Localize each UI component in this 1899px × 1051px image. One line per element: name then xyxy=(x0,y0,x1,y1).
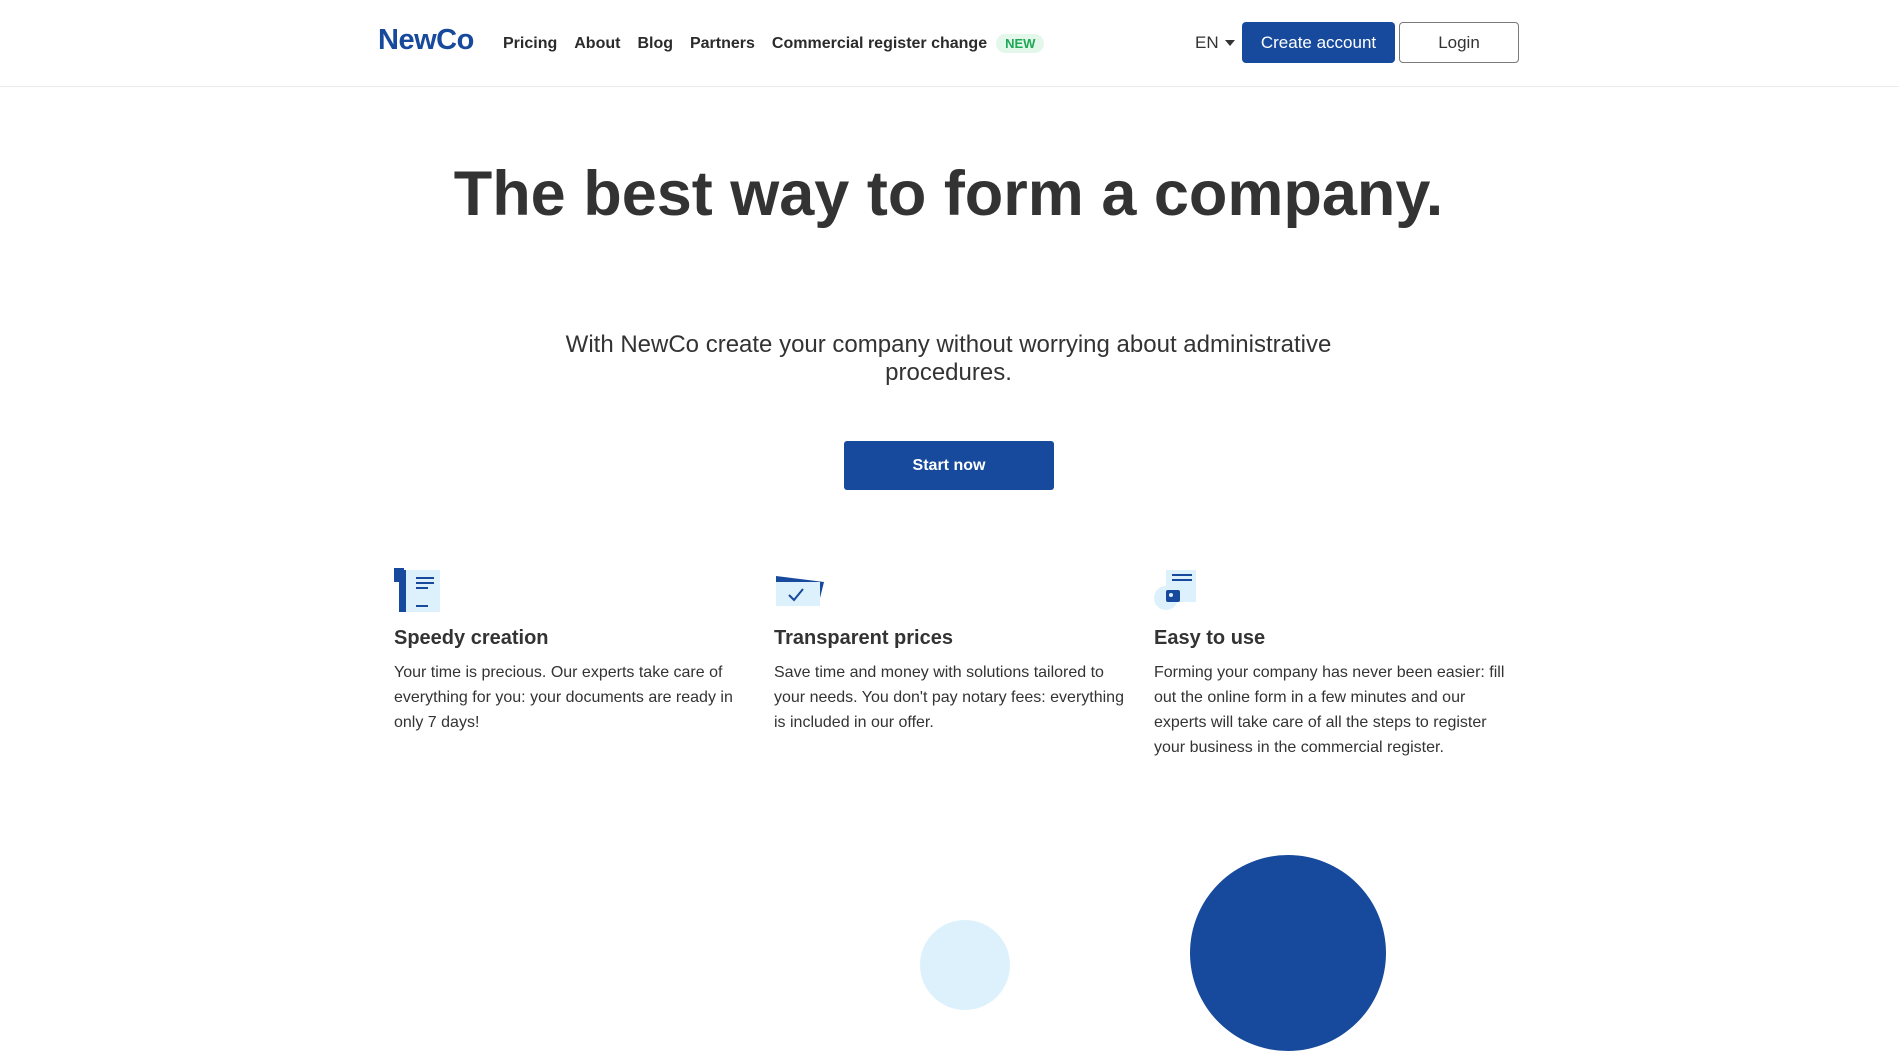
feature-title: Speedy creation xyxy=(394,627,549,649)
feature-transparent-prices: Transparent prices Save time and money w… xyxy=(774,568,1129,731)
decorative-blue-circle xyxy=(1190,855,1386,1051)
create-account-button[interactable]: Create account xyxy=(1242,22,1395,63)
document-stack-icon xyxy=(394,568,440,612)
caret-down-icon xyxy=(1224,40,1235,46)
language-label: EN xyxy=(1195,33,1219,52)
hero-title: The best way to form a company. xyxy=(453,159,1444,229)
new-badge: NEW xyxy=(996,34,1045,53)
feature-description: Forming your company has never been easi… xyxy=(1154,664,1505,756)
nav-blog-link[interactable]: Blog xyxy=(637,35,673,53)
feature-title: Easy to use xyxy=(1154,627,1266,649)
top-navigation-bar: NewCo Pricing About Blog Partners Commer… xyxy=(0,0,1899,87)
feature-description: Save time and money with solutions tailo… xyxy=(774,664,1124,731)
nav-commercial-register-change-link[interactable]: Commercial register change xyxy=(772,35,987,53)
checked-card-icon xyxy=(776,576,824,606)
feature-easy-to-use: Easy to use Forming your company has nev… xyxy=(1154,568,1509,756)
feature-description: Your time is precious. Our experts take … xyxy=(394,664,733,731)
nav-partners-link[interactable]: Partners xyxy=(690,35,755,53)
hero-subtitle: With NewCo create your company without w… xyxy=(565,331,1332,386)
nav-pricing-link[interactable]: Pricing xyxy=(503,35,557,53)
start-now-button[interactable]: Start now xyxy=(844,441,1054,490)
decorative-light-circle xyxy=(920,920,1010,1010)
feature-title: Transparent prices xyxy=(774,627,953,649)
user-form-icon xyxy=(1154,570,1196,610)
newco-logo[interactable]: NewCo xyxy=(378,24,474,57)
main-nav: Pricing About Blog Partners Commercial r… xyxy=(503,34,1045,53)
nav-about-link[interactable]: About xyxy=(574,35,620,53)
login-button[interactable]: Login xyxy=(1399,22,1519,63)
feature-speedy-creation: Speedy creation Your time is precious. O… xyxy=(394,568,749,731)
language-selector[interactable]: EN xyxy=(1195,33,1235,53)
